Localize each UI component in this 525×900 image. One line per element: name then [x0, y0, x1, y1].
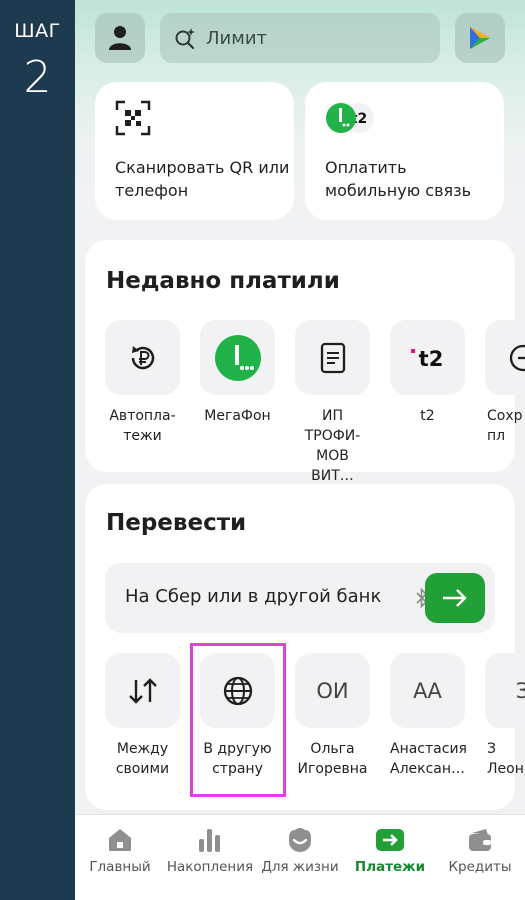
- mobile-payment-card[interactable]: t2 Оплатить мобильную связь: [305, 82, 504, 220]
- transfer-contact-anastasia[interactable]: АА Анастасия Алексан…: [390, 653, 467, 779]
- home-icon: [109, 829, 131, 851]
- arrow-right-icon: [443, 589, 467, 607]
- transfer-between-own[interactable]: Между своими: [105, 653, 180, 779]
- top-bar: Лимит: [95, 13, 515, 63]
- tile-label: ИП ТРОФИ- МОВ ВИТ…: [304, 408, 361, 484]
- contact-initials: АА: [413, 678, 442, 703]
- search-placeholder: Лимит: [206, 27, 267, 49]
- tile-label: Сохр пл: [487, 408, 523, 444]
- recent-item-megafon[interactable]: МегаФон: [200, 320, 275, 426]
- recent-item-saved[interactable]: Сохр пл: [485, 320, 525, 446]
- play-logo-icon: [470, 27, 490, 49]
- transfer-arrows-icon: [128, 677, 157, 704]
- qr-scan-icon: [115, 100, 151, 136]
- step-number: 2: [23, 52, 52, 103]
- transfer-by-phone-bar[interactable]: На Сбер или в другой банк: [105, 563, 495, 633]
- tab-label: Главный: [89, 859, 151, 875]
- mobile-operators-icon: t2: [326, 103, 374, 133]
- tab-payments[interactable]: Платежи: [345, 825, 435, 875]
- search-sparkle-icon: [175, 28, 195, 49]
- scan-qr-card[interactable]: Сканировать QR или телефон: [95, 82, 294, 220]
- contact-initials: ОИ: [316, 678, 349, 703]
- tile-label: t2: [420, 408, 435, 424]
- recent-item-ip-trofimov[interactable]: ИП ТРОФИ- МОВ ВИТ…: [295, 320, 370, 486]
- recent-item-t2[interactable]: t2 t2: [390, 320, 465, 426]
- tab-label: Для жизни: [261, 859, 339, 875]
- tab-label: Платежи: [354, 859, 426, 875]
- media-button[interactable]: [455, 13, 505, 63]
- search-input[interactable]: Лимит: [160, 13, 440, 63]
- tile-label: Автопла- тежи: [109, 408, 176, 444]
- step-indicator: ШАГ 2: [0, 0, 75, 900]
- profile-button[interactable]: [95, 13, 145, 63]
- mobile-payment-label: Оплатить мобильную связь: [325, 158, 472, 200]
- recent-payments-title: Недавно платили: [106, 268, 340, 294]
- transfer-contact-olga[interactable]: ОИ Ольга Игоревна: [295, 653, 370, 779]
- scan-qr-label: Сканировать QR или телефон: [115, 158, 290, 200]
- t2-logo-icon: t2: [410, 347, 443, 371]
- tile-label: Анастасия Алексан…: [390, 741, 467, 777]
- tab-savings[interactable]: Накопления: [165, 825, 255, 875]
- autopay-ruble-icon: [131, 345, 154, 369]
- transfer-bar-label: На Сбер или в другой банк: [125, 586, 382, 607]
- tab-label: Накопления: [166, 859, 254, 875]
- tab-credits[interactable]: Кредиты: [435, 825, 525, 875]
- recent-item-autopay[interactable]: Автопла- тежи: [105, 320, 180, 446]
- transfer-go-button[interactable]: [425, 573, 485, 623]
- step-highlight-frame: [190, 643, 286, 797]
- payments-icon: [376, 829, 404, 851]
- tile-label: МегаФон: [204, 408, 271, 424]
- tile-label: З Леон: [487, 741, 524, 777]
- tab-label: Кредиты: [448, 859, 512, 875]
- payments-screen: Лимит Сканировать QR или телефон t2 Опла…: [75, 0, 525, 900]
- svg-text:t2: t2: [418, 347, 443, 371]
- step-label: ШАГ: [14, 20, 61, 42]
- tab-lifestyle[interactable]: Для жизни: [255, 825, 345, 875]
- savings-chart-icon: [199, 829, 220, 852]
- contact-initials: З: [515, 678, 525, 703]
- bottom-tab-bar: Главный Накопления Для жизни Платежи Кре…: [75, 814, 525, 900]
- transfer-contact-leon[interactable]: З З Леон: [485, 653, 525, 779]
- document-icon: [320, 342, 345, 373]
- transfer-title: Перевести: [106, 510, 247, 536]
- lifestyle-icon: [288, 828, 312, 852]
- tile-label: Ольга Игоревна: [297, 741, 368, 777]
- tile-label: Между своими: [115, 741, 170, 777]
- user-icon: [109, 26, 131, 50]
- credits-wallet-icon: [469, 829, 491, 851]
- saved-icon: [509, 344, 525, 371]
- tab-home[interactable]: Главный: [75, 825, 165, 875]
- megafon-icon: [214, 334, 261, 381]
